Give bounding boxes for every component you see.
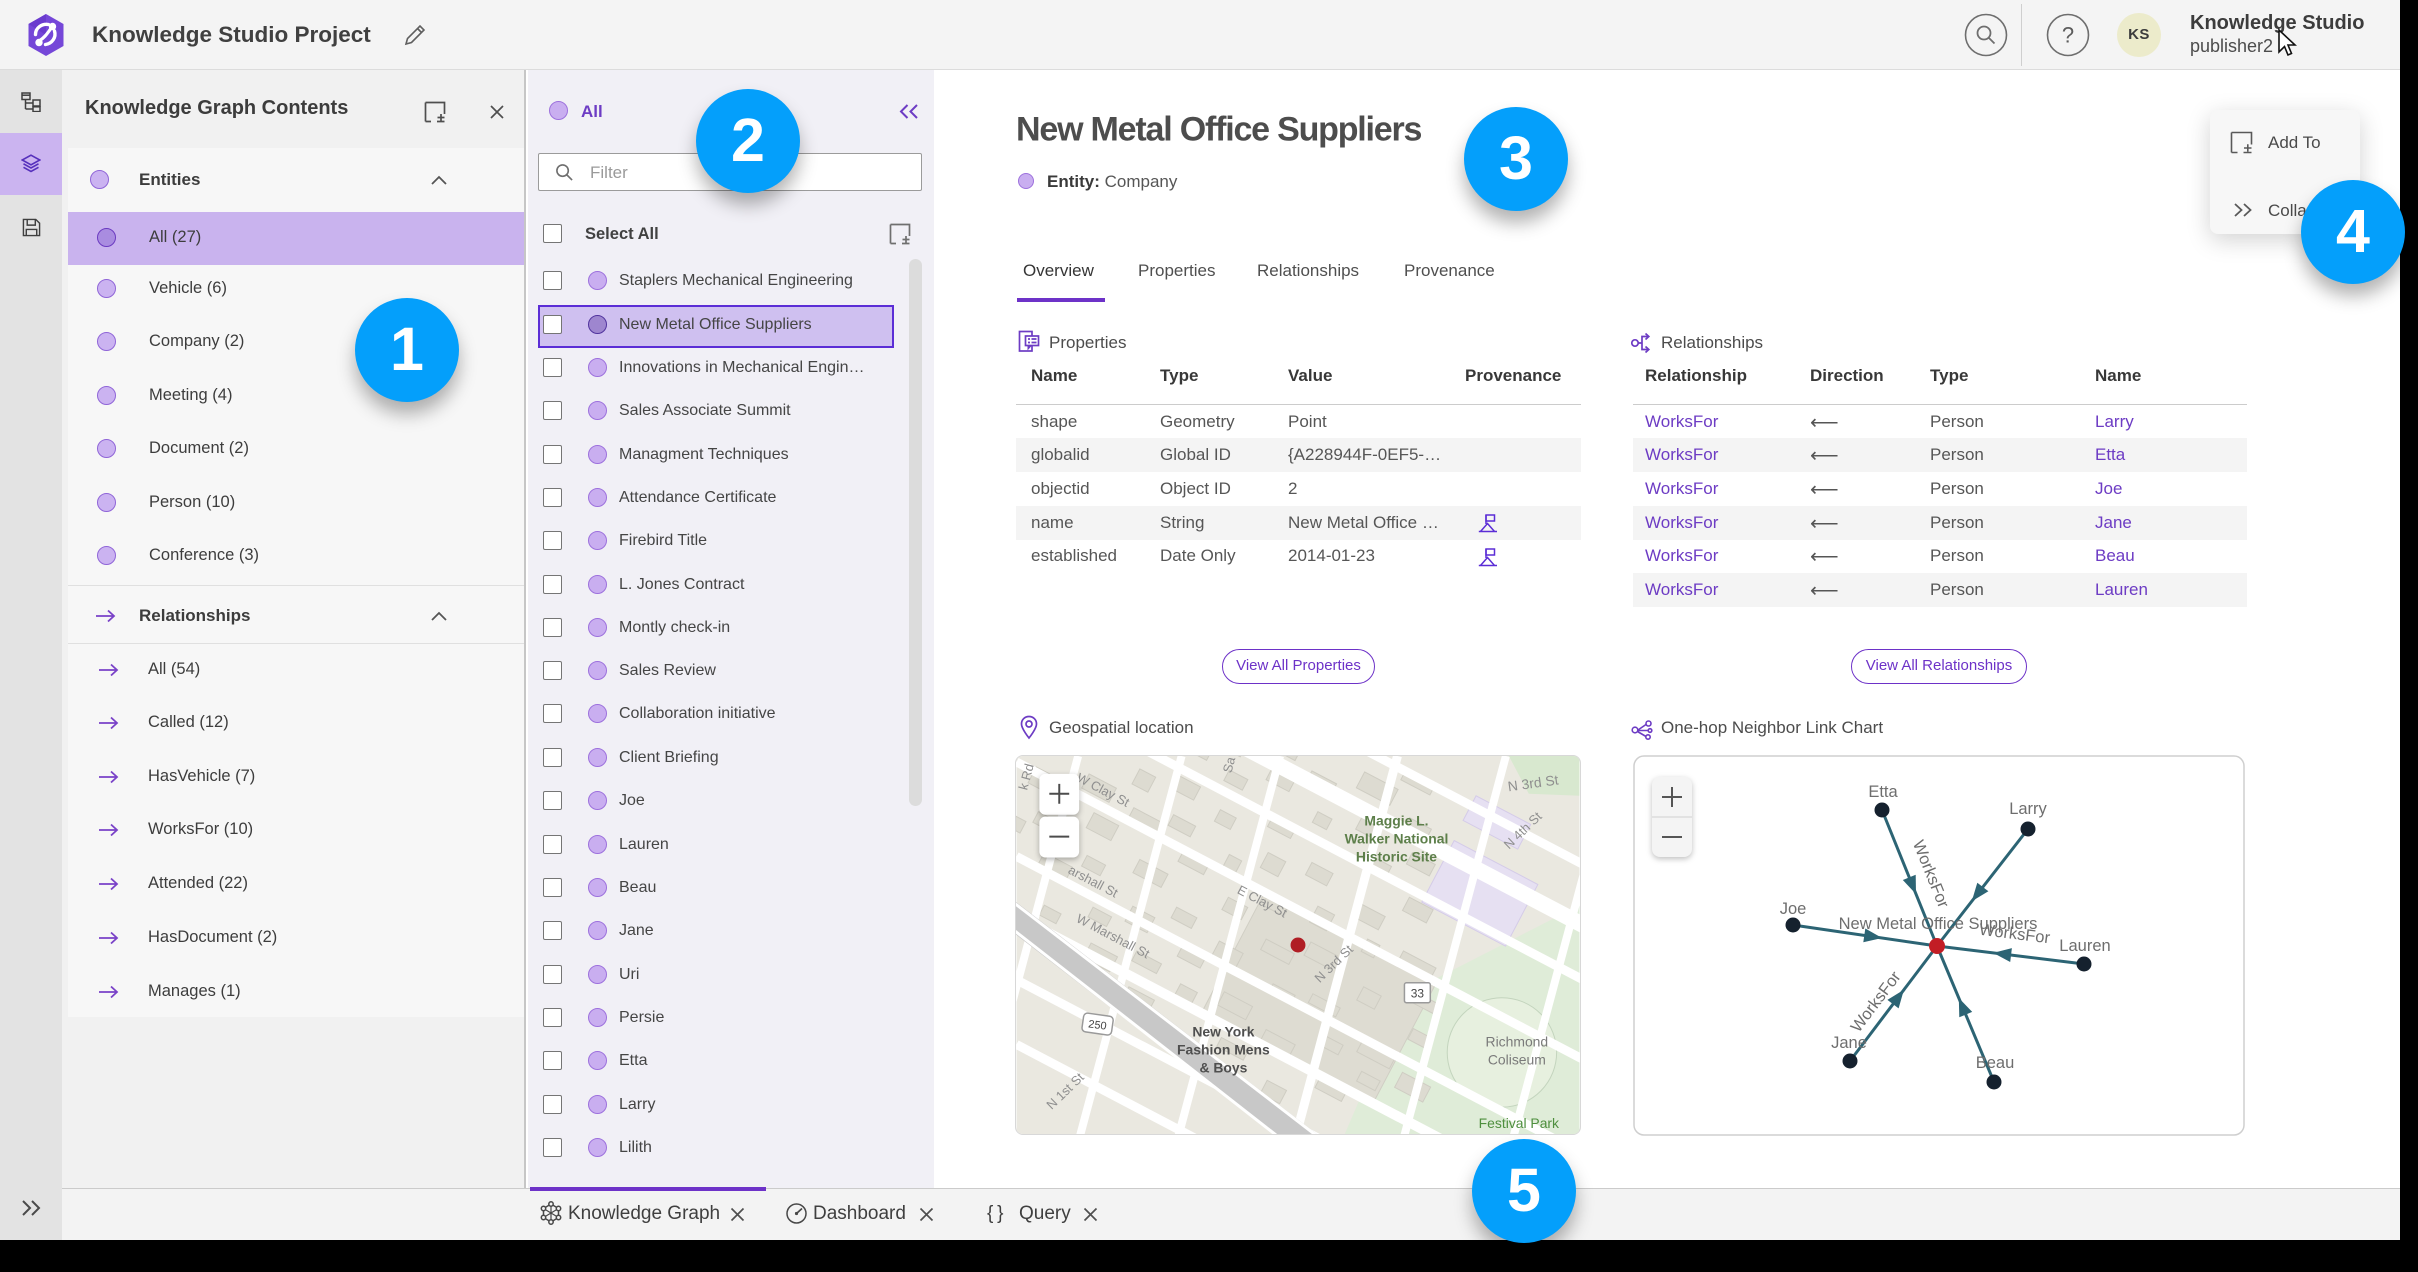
svg-text:Walker National: Walker National <box>1345 831 1449 847</box>
svg-text:New York: New York <box>1192 1024 1254 1040</box>
svg-text:Coliseum: Coliseum <box>1488 1051 1546 1067</box>
svg-text:250: 250 <box>1088 1018 1108 1032</box>
svg-text:Historic Site: Historic Site <box>1356 848 1437 864</box>
svg-text:Larry: Larry <box>2009 800 2047 818</box>
svg-text:Joe: Joe <box>1780 900 1807 918</box>
svg-text:Jane: Jane <box>1831 1034 1867 1052</box>
svg-text:Fashion Mens: Fashion Mens <box>1177 1041 1270 1057</box>
svg-text:Beau: Beau <box>1976 1054 2015 1072</box>
svg-text:Etta: Etta <box>1868 783 1898 801</box>
svg-text:33: 33 <box>1411 987 1425 1001</box>
svg-text:Richmond: Richmond <box>1486 1033 1549 1049</box>
svg-text:?: ? <box>2062 23 2074 48</box>
svg-text:Maggie L.: Maggie L. <box>1364 813 1428 829</box>
svg-text:& Boys: & Boys <box>1199 1059 1247 1075</box>
svg-text:Festival Park: Festival Park <box>1479 1115 1559 1131</box>
svg-text:Lauren: Lauren <box>2059 937 2110 955</box>
